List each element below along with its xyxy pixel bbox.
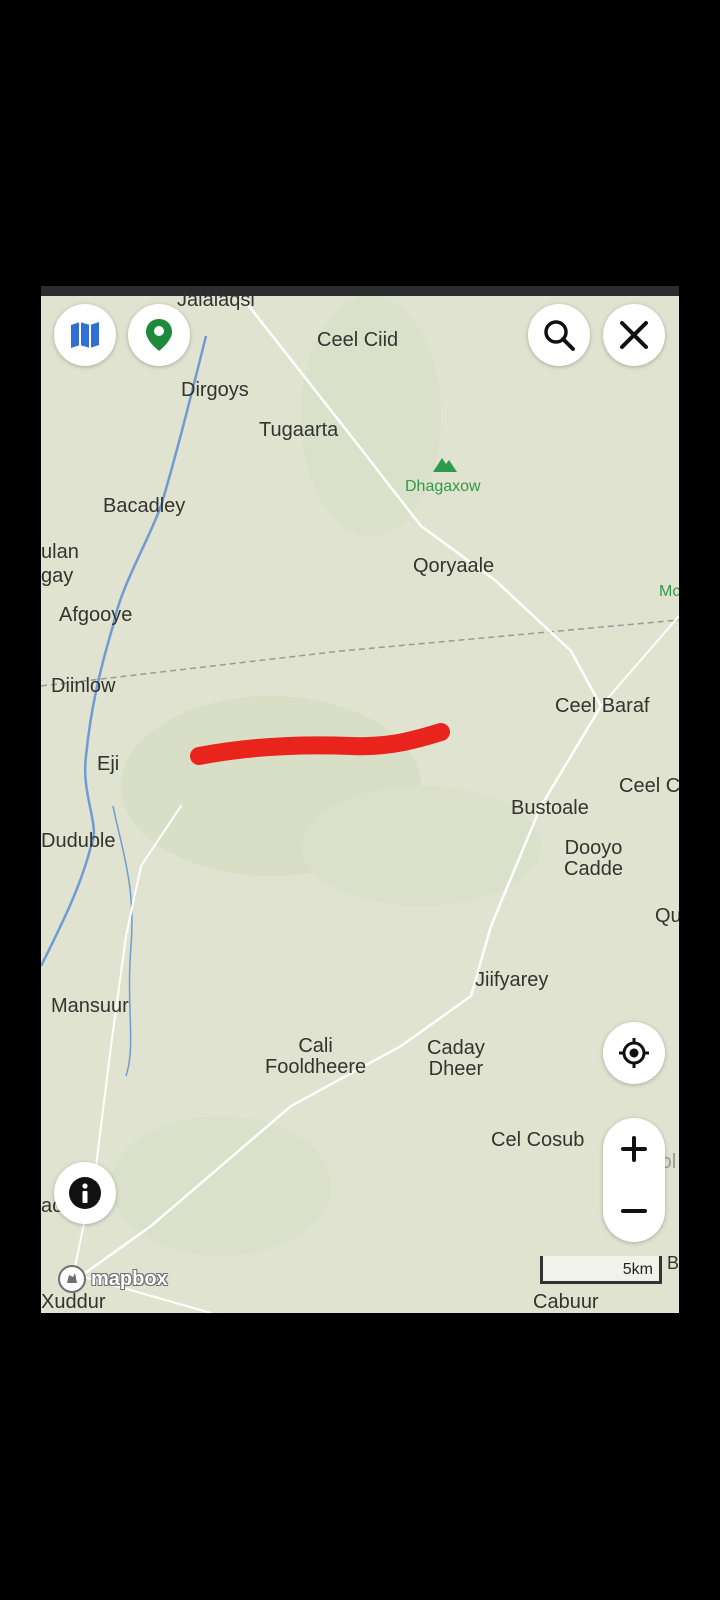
place-bacadley: Bacadley: [103, 495, 186, 517]
place-dirgoys: Dirgoys: [181, 379, 249, 401]
zoom-out-icon: [621, 1209, 647, 1213]
map-top-edge: [41, 286, 679, 296]
info-icon: [69, 1177, 101, 1209]
place-bustoale: Bustoale: [511, 797, 589, 819]
zoom-control: [603, 1118, 665, 1242]
mapbox-attribution[interactable]: mapbox: [57, 1264, 168, 1294]
place-jiifyarey: Jiifyarey: [475, 969, 549, 991]
search-icon: [544, 320, 575, 351]
road-east: [600, 615, 679, 707]
place-jalalaqsi: Jalalaqsi: [177, 289, 255, 311]
mapbox-logo-icon: [58, 1265, 86, 1293]
place-ceel-baraf: Ceel Baraf: [555, 695, 650, 717]
place-eji: Eji: [97, 753, 120, 775]
close-icon: [620, 321, 648, 349]
place-ceel-c: Ceel C: [619, 775, 679, 797]
place-dooyo-cadde: Dooyo Cadde: [564, 837, 623, 880]
search-button[interactable]: [528, 304, 590, 366]
map-layers-icon: [71, 322, 99, 348]
place-cabuur: Cabuur: [533, 1291, 599, 1313]
place-duduble: Duduble: [41, 830, 116, 852]
info-button[interactable]: [54, 1162, 116, 1224]
place-cel-cosub: Cel Cosub: [491, 1129, 585, 1151]
river: [41, 335, 208, 967]
location-pin-button[interactable]: [128, 304, 190, 366]
mapbox-label: mapbox: [91, 1267, 168, 1290]
river-branch: [112, 805, 133, 1077]
place-caday-dheer: Caday Dheer: [427, 1037, 485, 1080]
place-diinlow: Diinlow: [51, 675, 116, 697]
place-mansuur: Mansuur: [51, 995, 129, 1017]
place-dhagaxow: Dhagaxow: [405, 478, 481, 495]
place-ulan: ulan: [41, 541, 79, 563]
my-location-icon: [619, 1038, 649, 1068]
scale-bar: 5km: [540, 1256, 662, 1284]
place-gay: gay: [41, 565, 74, 587]
place-qu: Qu: [655, 905, 679, 927]
my-location-button[interactable]: [603, 1022, 665, 1084]
map-view[interactable]: Jalalaqsi Ceel Ciid Dirgoys Tugaarta Dha…: [41, 286, 679, 1313]
mountain-icon: [433, 458, 457, 472]
location-pin-icon: [146, 319, 172, 351]
place-cali-fooldheere: Cali Fooldheere: [265, 1035, 367, 1078]
close-button[interactable]: [603, 304, 665, 366]
place-b: B: [667, 1253, 679, 1273]
place-qoryaale: Qoryaale: [413, 555, 495, 577]
place-mc: Mc: [659, 583, 679, 600]
zoom-in-icon: [621, 1136, 647, 1162]
place-tugaarta: Tugaarta: [259, 419, 339, 441]
place-xuddur: Xuddur: [41, 1291, 106, 1313]
scale-label: 5km: [622, 1261, 653, 1278]
zoom-out-button[interactable]: [603, 1180, 665, 1242]
place-afgooye: Afgooye: [59, 604, 133, 626]
place-ceel-ciid: Ceel Ciid: [317, 329, 399, 351]
zoom-in-button[interactable]: [603, 1118, 665, 1180]
map-layers-button[interactable]: [54, 304, 116, 366]
